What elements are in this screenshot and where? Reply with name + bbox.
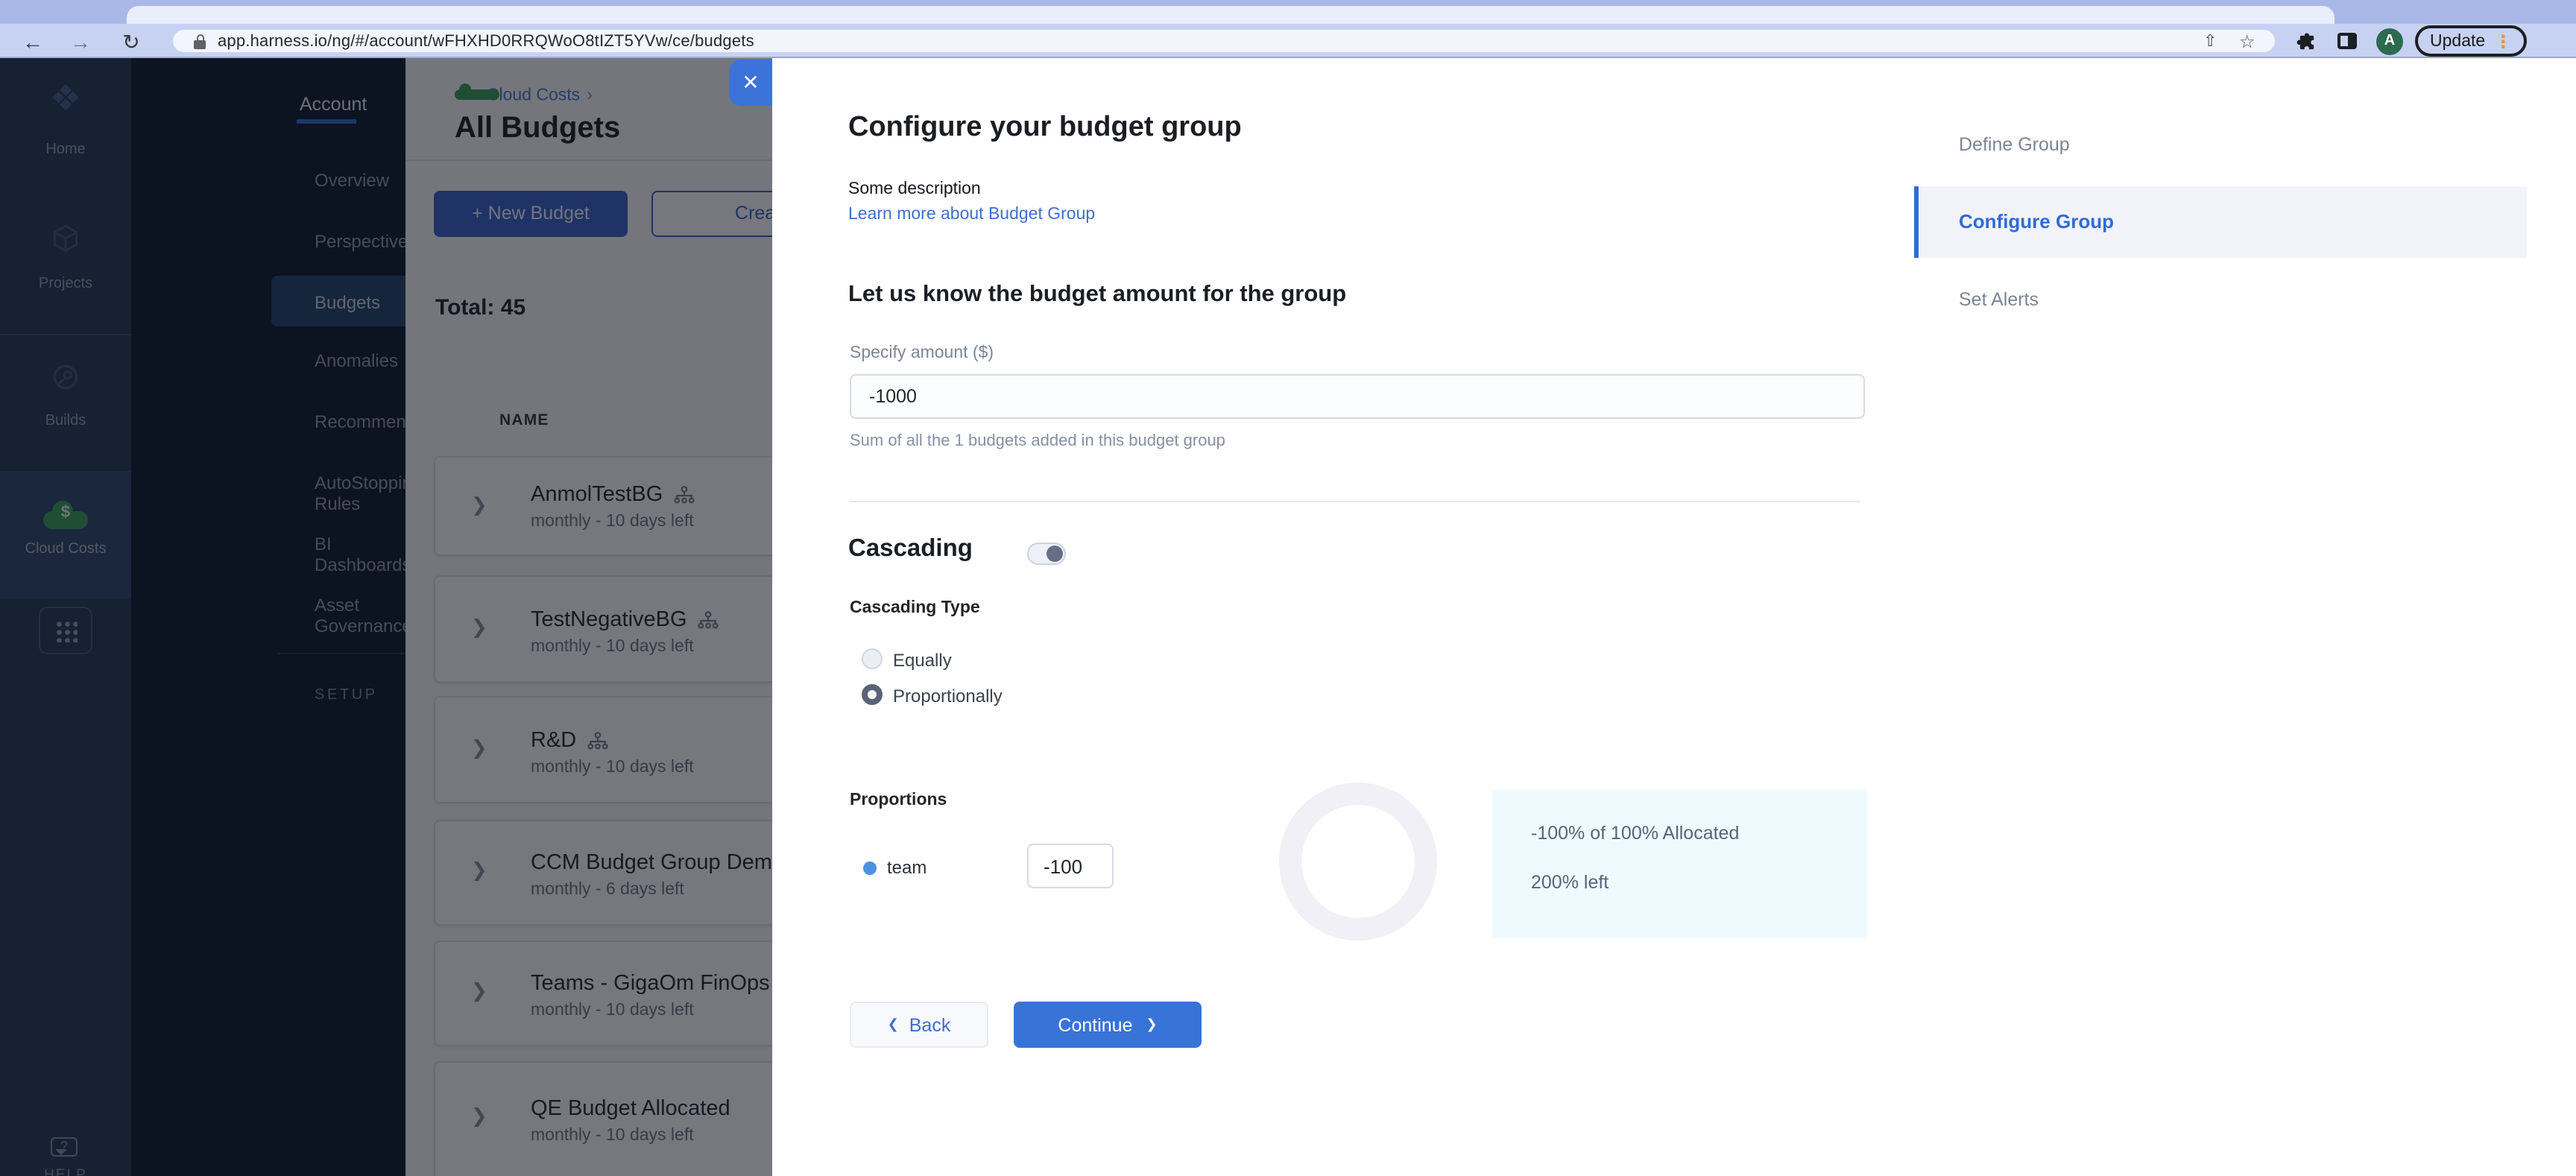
update-label: Update — [2430, 32, 2486, 50]
cascading-toggle[interactable] — [1027, 543, 1066, 565]
reload-icon[interactable]: ↻ — [116, 27, 146, 57]
allocation-donut-chart — [1279, 783, 1437, 941]
modal-title: Configure your budget group — [848, 112, 1242, 143]
allocated-text: -100% of 100% Allocated — [1531, 823, 1740, 844]
step-set-alerts[interactable]: Set Alerts — [1959, 289, 2039, 310]
share-icon[interactable]: ⇧ — [2203, 31, 2217, 51]
browser-tab[interactable] — [127, 6, 2334, 24]
cascading-type-label: Cascading Type — [850, 599, 980, 617]
cascading-heading: Cascading — [848, 535, 973, 562]
continue-label: Continue — [1058, 1014, 1133, 1035]
amount-helper: Sum of all the 1 budgets added in this b… — [850, 432, 1225, 450]
browser-menu-icon[interactable]: ⋮ — [2494, 32, 2512, 50]
section-divider — [850, 501, 1860, 502]
chevron-left-icon: ❮ — [887, 1017, 899, 1031]
team-color-dot — [863, 862, 877, 875]
continue-button[interactable]: Continue ❯ — [1014, 1002, 1202, 1048]
side-panel-icon[interactable] — [2337, 32, 2357, 48]
browser-chrome: ← → ↻ app.harness.io/ng/#/account/wFHXHD… — [0, 0, 2576, 58]
chevron-right-icon: ❯ — [1146, 1017, 1158, 1031]
bookmark-star-icon[interactable]: ☆ — [2239, 31, 2255, 52]
extensions-icon[interactable] — [2296, 31, 2318, 61]
amount-input[interactable] — [850, 374, 1865, 419]
team-proportion-input[interactable] — [1027, 844, 1114, 888]
radio-proportionally[interactable] — [862, 684, 883, 705]
radio-equally-label[interactable]: Equally — [893, 650, 952, 671]
avatar[interactable]: A — [2376, 28, 2403, 54]
page-viewport: ❖ Home Projects Builds $ Cloud Costs ? H… — [0, 58, 2576, 1176]
back-label: Back — [909, 1014, 951, 1035]
radio-proportionally-label[interactable]: Proportionally — [893, 686, 1003, 706]
amount-heading: Let us know the budget amount for the gr… — [848, 282, 1347, 307]
team-label: team — [887, 857, 927, 878]
back-icon[interactable]: ← — [18, 27, 48, 57]
close-icon[interactable]: ✕ — [729, 60, 772, 106]
update-button[interactable]: Update ⋮ — [2415, 25, 2528, 57]
step-configure-group[interactable]: Configure Group — [1959, 210, 2114, 233]
amount-label: Specify amount ($) — [850, 344, 994, 362]
proportions-label: Proportions — [850, 791, 947, 809]
modal-description: Some description — [848, 180, 981, 198]
learn-more-link[interactable]: Learn more about Budget Group — [848, 206, 1095, 224]
url-text[interactable]: app.harness.io/ng/#/account/wFHXHD0RRQWo… — [218, 32, 754, 50]
configure-budget-group-modal: Configure your budget group Some descrip… — [772, 58, 2576, 1176]
forward-icon[interactable]: → — [66, 27, 95, 57]
left-text: 200% left — [1531, 872, 1609, 893]
allocation-summary: -100% of 100% Allocated 200% left — [1492, 790, 1866, 938]
step-define-group[interactable]: Define Group — [1959, 134, 2070, 155]
radio-equally[interactable] — [862, 648, 883, 669]
back-button[interactable]: ❮ Back — [850, 1002, 988, 1048]
